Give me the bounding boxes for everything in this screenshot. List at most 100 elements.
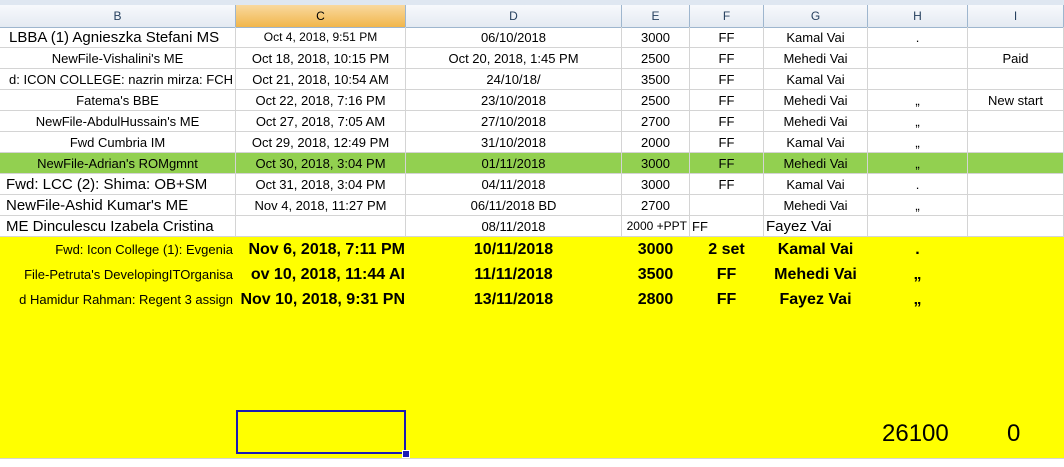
cell-f[interactable]: FF bbox=[690, 90, 764, 111]
cell-h[interactable]: „ bbox=[868, 90, 968, 111]
cell-b[interactable]: Fwd: LCC (2): Shima: OB+SM bbox=[0, 174, 236, 195]
cell-d[interactable]: 10/11/2018 bbox=[406, 237, 622, 262]
cell-c[interactable]: Nov 6, 2018, 7:11 PM bbox=[236, 237, 406, 262]
cell-h[interactable] bbox=[868, 48, 968, 69]
cell-i[interactable] bbox=[968, 69, 1064, 90]
cell-g[interactable]: Fayez Vai bbox=[764, 216, 868, 237]
cell-i[interactable] bbox=[968, 216, 1064, 237]
cell-d[interactable]: 13/11/2018 bbox=[406, 287, 622, 312]
cell-e[interactable]: 3000 bbox=[622, 174, 690, 195]
cell-c[interactable]: Oct 29, 2018, 12:49 PM bbox=[236, 132, 406, 153]
cell-c[interactable]: Nov 4, 2018, 11:27 PM bbox=[236, 195, 406, 216]
cell-g[interactable]: Mehedi Vai bbox=[764, 48, 868, 69]
cell-i[interactable] bbox=[968, 27, 1064, 48]
cell-g[interactable]: Fayez Vai bbox=[764, 287, 868, 312]
cell-c[interactable]: Oct 30, 2018, 3:04 PM bbox=[236, 153, 406, 174]
cell-f[interactable] bbox=[690, 195, 764, 216]
cell-f[interactable]: FF bbox=[690, 153, 764, 174]
cell-i[interactable]: Paid bbox=[968, 48, 1064, 69]
cell-h[interactable]: „ bbox=[868, 111, 968, 132]
cell-h[interactable] bbox=[868, 69, 968, 90]
cell-b[interactable]: Fatema's BBE bbox=[0, 90, 236, 111]
cell-i[interactable]: New start bbox=[968, 90, 1064, 111]
column-header-f[interactable]: F bbox=[690, 5, 764, 27]
cell-h[interactable]: . bbox=[868, 237, 968, 262]
cell-h[interactable]: „ bbox=[868, 287, 968, 312]
cell-b[interactable]: NewFile-Vishalini's ME bbox=[0, 48, 236, 69]
cell-e[interactable]: 2800 bbox=[622, 287, 690, 312]
cell-f[interactable]: FF bbox=[690, 48, 764, 69]
cell-b[interactable]: ME Dinculescu Izabela Cristina bbox=[0, 216, 236, 237]
cell-h[interactable]: „ bbox=[868, 262, 968, 287]
cell-g[interactable]: Mehedi Vai bbox=[764, 90, 868, 111]
fill-handle[interactable] bbox=[402, 450, 410, 458]
cell-c[interactable]: ov 10, 2018, 11:44 AI bbox=[236, 262, 406, 287]
cell-c[interactable]: Oct 31, 2018, 3:04 PM bbox=[236, 174, 406, 195]
cell-d[interactable]: Oct 20, 2018, 1:45 PM bbox=[406, 48, 622, 69]
cell-g[interactable]: Kamal Vai bbox=[764, 237, 868, 262]
cell-i[interactable] bbox=[968, 174, 1064, 195]
cell-d[interactable]: 31/10/2018 bbox=[406, 132, 622, 153]
cell-c[interactable]: Oct 4, 2018, 9:51 PM bbox=[236, 27, 406, 48]
cell-f[interactable]: FF bbox=[690, 111, 764, 132]
cell-f[interactable]: FF bbox=[690, 216, 764, 237]
cell-e[interactable]: 3500 bbox=[622, 69, 690, 90]
column-header-e[interactable]: E bbox=[622, 5, 690, 27]
cell-e[interactable]: 2000 bbox=[622, 132, 690, 153]
cell-e[interactable]: 3500 bbox=[622, 262, 690, 287]
selected-cell[interactable] bbox=[236, 410, 406, 454]
cell-d[interactable]: 23/10/2018 bbox=[406, 90, 622, 111]
cell-h[interactable]: „ bbox=[868, 195, 968, 216]
cell-c[interactable]: Nov 10, 2018, 9:31 PN bbox=[236, 287, 406, 312]
cell-i[interactable] bbox=[968, 153, 1064, 174]
cell-h[interactable]: „ bbox=[868, 153, 968, 174]
cell-e[interactable]: 3000 bbox=[622, 153, 690, 174]
cell-d[interactable]: 08/11/2018 bbox=[406, 216, 622, 237]
cell-d[interactable]: 27/10/2018 bbox=[406, 111, 622, 132]
cell-d[interactable]: 01/11/2018 bbox=[406, 153, 622, 174]
cell-f[interactable]: FF bbox=[690, 132, 764, 153]
cell-c[interactable]: Oct 22, 2018, 7:16 PM bbox=[236, 90, 406, 111]
cell-g[interactable]: Mehedi Vai bbox=[764, 153, 868, 174]
cell-f[interactable]: FF bbox=[690, 69, 764, 90]
cell-e[interactable]: 3000 bbox=[622, 237, 690, 262]
cell-b[interactable]: NewFile-Ashid Kumar's ME bbox=[0, 195, 236, 216]
cell-e[interactable]: 2700 bbox=[622, 195, 690, 216]
cell-b[interactable]: d: ICON COLLEGE: nazrin mirza: FCH bbox=[0, 69, 236, 90]
cell-e[interactable]: 2500 bbox=[622, 90, 690, 111]
total-other[interactable]: 0 bbox=[1007, 418, 1020, 450]
cell-d[interactable]: 24/10/18/ bbox=[406, 69, 622, 90]
cell-g[interactable]: Kamal Vai bbox=[764, 27, 868, 48]
cell-f[interactable]: FF bbox=[690, 27, 764, 48]
column-header-c[interactable]: C bbox=[236, 5, 406, 27]
cell-i[interactable] bbox=[968, 195, 1064, 216]
cell-g[interactable]: Mehedi Vai bbox=[764, 195, 868, 216]
cell-f[interactable]: FF bbox=[690, 287, 764, 312]
cell-c[interactable]: Oct 27, 2018, 7:05 AM bbox=[236, 111, 406, 132]
cell-g[interactable]: Kamal Vai bbox=[764, 174, 868, 195]
cell-b[interactable]: Fwd: Icon College (1): Evgenia bbox=[0, 237, 236, 262]
cell-c[interactable] bbox=[236, 216, 406, 237]
cell-d[interactable]: 11/11/2018 bbox=[406, 262, 622, 287]
cell-b[interactable]: File-Petruta's DevelopingITOrganisa bbox=[0, 262, 236, 287]
cell-g[interactable]: Kamal Vai bbox=[764, 132, 868, 153]
cell-f[interactable]: FF bbox=[690, 174, 764, 195]
cell-h[interactable]: „ bbox=[868, 132, 968, 153]
cell-h[interactable]: . bbox=[868, 27, 968, 48]
cell-e[interactable]: 3000 bbox=[622, 27, 690, 48]
cell-b[interactable]: NewFile-Adrian's ROMgmnt bbox=[0, 153, 236, 174]
cell-d[interactable]: 06/10/2018 bbox=[406, 27, 622, 48]
column-header-d[interactable]: D bbox=[406, 5, 622, 27]
total-sum[interactable]: 26100 bbox=[882, 418, 949, 450]
cell-h[interactable]: . bbox=[868, 174, 968, 195]
cell-f[interactable]: FF bbox=[690, 262, 764, 287]
cell-g[interactable]: Kamal Vai bbox=[764, 69, 868, 90]
cell-c[interactable]: Oct 18, 2018, 10:15 PM bbox=[236, 48, 406, 69]
column-header-h[interactable]: H bbox=[868, 5, 968, 27]
column-header-g[interactable]: G bbox=[764, 5, 868, 27]
cell-d[interactable]: 06/11/2018 BD bbox=[406, 195, 622, 216]
cell-h[interactable] bbox=[868, 216, 968, 237]
cell-g[interactable]: Mehedi Vai bbox=[764, 111, 868, 132]
cell-e[interactable]: 2500 bbox=[622, 48, 690, 69]
cell-d[interactable]: 04/11/2018 bbox=[406, 174, 622, 195]
